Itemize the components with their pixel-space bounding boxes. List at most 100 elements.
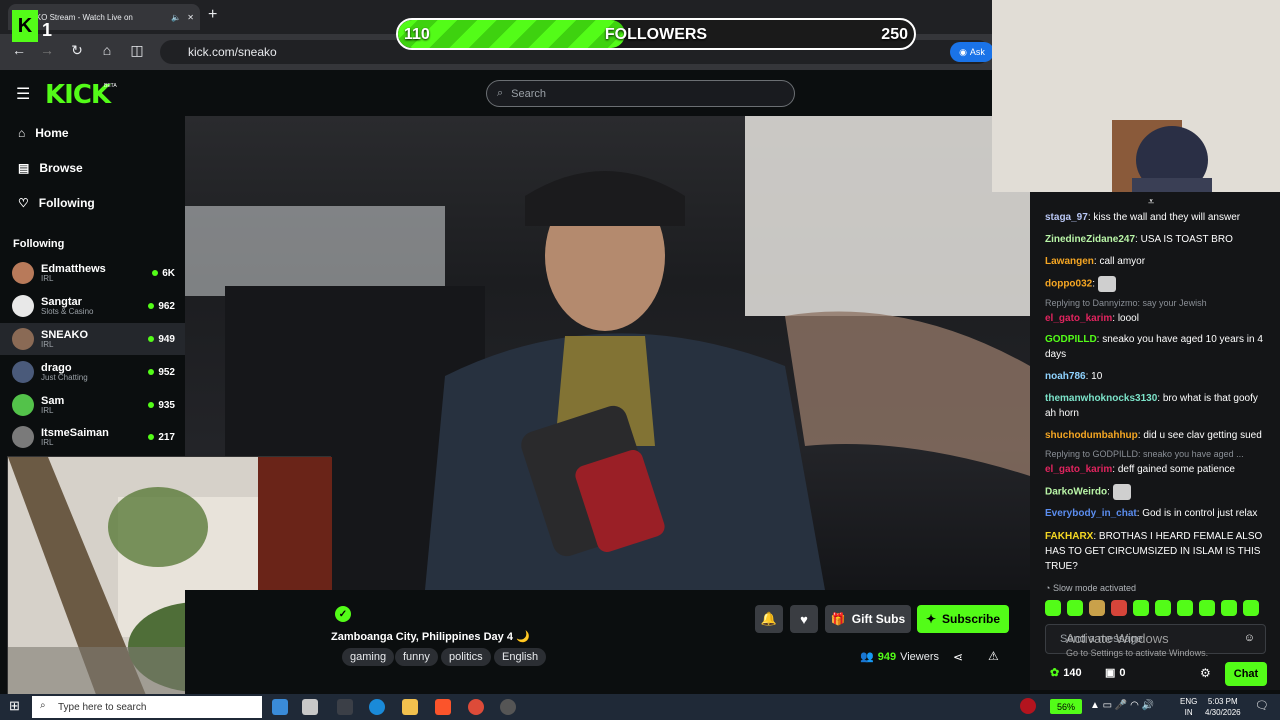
tray-icons[interactable]: ▲ ▭ 🎤 ◠ 🔊 [1090, 700, 1154, 711]
chat-message: el_gato_karim: deff gained some patience [1045, 462, 1267, 477]
chat-username[interactable]: GODPILLD [1045, 334, 1097, 345]
tag-funny[interactable]: funny [395, 648, 438, 666]
edge-icon[interactable] [369, 699, 385, 715]
chat-message: staga_97: kiss the wall and they will an… [1045, 210, 1267, 225]
search-icon: ⌕ [497, 87, 504, 99]
ask-button[interactable]: ◉ Ask [950, 42, 994, 62]
channel-category: Just Chatting [41, 372, 88, 382]
battery-indicator[interactable]: 56% [1050, 699, 1082, 714]
emote[interactable] [1111, 600, 1127, 616]
channel-item-active[interactable]: SNEAKO IRL 949 [0, 323, 185, 355]
chat-username[interactable]: ZinedineZidane247 [1045, 234, 1135, 245]
facecam-overlay [992, 0, 1280, 194]
channel-viewers: 935 [148, 400, 185, 411]
tag-politics[interactable]: politics [441, 648, 491, 666]
channel-item[interactable]: Edmatthews IRL 6K [0, 257, 185, 289]
notify-bell-button[interactable]: 🔔 [755, 605, 783, 633]
kick-logo[interactable]: KICK [45, 80, 111, 110]
back-icon[interactable]: ← [10, 42, 28, 58]
chat-username[interactable]: FAKHARX [1045, 531, 1093, 542]
search-input[interactable]: ⌕ Search [486, 80, 795, 107]
tag-gaming[interactable]: gaming [342, 648, 395, 666]
language-indicator[interactable]: ENG IN [1180, 696, 1197, 718]
live-dot [148, 369, 155, 375]
tag-english[interactable]: English [494, 648, 547, 666]
split-view-icon[interactable]: ◫ [128, 42, 146, 59]
emote[interactable] [1067, 600, 1083, 616]
emote[interactable] [1221, 600, 1237, 616]
chat-username[interactable]: Lawangen [1045, 256, 1094, 267]
emote[interactable] [1155, 600, 1171, 616]
emote[interactable] [1243, 600, 1259, 616]
chat-collapse-icon[interactable]: ⩡ [1148, 196, 1154, 209]
channel-item[interactable]: ItsmeSaiman IRL 217 [0, 421, 185, 453]
heart-icon: ♥ [800, 611, 808, 627]
gift-icon: 🎁 [830, 612, 846, 626]
file-explorer-icon[interactable] [402, 699, 418, 715]
chat-settings-icon[interactable]: ⚙ [1200, 666, 1211, 680]
chat-username[interactable]: shuchodumbahhup [1045, 430, 1138, 441]
reload-icon[interactable]: ↻ [68, 42, 86, 59]
gift-subs-button[interactable]: 🎁 Gift Subs [825, 605, 911, 633]
emoji-picker-icon[interactable]: ☺ [1244, 632, 1255, 644]
speaker-icon[interactable]: 🔈 [171, 13, 181, 22]
chat-username[interactable]: el_gato_karim [1045, 313, 1112, 324]
channel-item[interactable]: Sangtar Slots & Casino 962 [0, 290, 185, 322]
chat-username[interactable]: DarkoWeirdo [1045, 487, 1107, 498]
emote[interactable] [1045, 600, 1061, 616]
share-icon[interactable]: ⋖ [953, 650, 963, 664]
chat-text: kiss the wall and they will answer [1093, 212, 1241, 223]
channel-name: Sam [41, 394, 65, 407]
task-view-icon[interactable] [272, 699, 288, 715]
menu-icon[interactable]: ☰ [16, 84, 30, 104]
forward-icon[interactable]: → [38, 42, 56, 58]
chrome-icon[interactable] [468, 699, 484, 715]
home-page-icon[interactable]: ⌂ [98, 42, 116, 58]
chat-username[interactable]: doppo032 [1045, 279, 1092, 290]
report-icon[interactable]: ⚠ [988, 649, 999, 663]
channel-name: Sangtar [41, 295, 82, 308]
notifications-icon[interactable]: 🗨 [1255, 699, 1269, 712]
follow-heart-button[interactable]: ♥ [790, 605, 818, 633]
channel-item[interactable]: Sam IRL 935 [0, 389, 185, 421]
live-dot [148, 336, 155, 342]
points-balance[interactable]: ▣ 0 [1105, 666, 1126, 680]
new-tab-button[interactable]: + [208, 6, 217, 24]
emote[interactable] [1177, 600, 1193, 616]
chat-separator: : [1092, 278, 1098, 290]
gift-subs-label: Gift Subs [851, 612, 906, 626]
taskbar-clock[interactable]: 5:03 PM 4/30/2026 [1205, 696, 1241, 718]
chat-username[interactable]: Everybody_in_chat [1045, 508, 1137, 519]
brave-icon[interactable] [435, 699, 451, 715]
windows-activation-subtext: Go to Settings to activate Windows. [1066, 648, 1209, 658]
chat-send-button[interactable]: Chat [1225, 662, 1267, 686]
following-header: Following [13, 238, 65, 250]
emote[interactable] [1199, 600, 1215, 616]
viewer-counter: 👥 949 Viewers [860, 650, 939, 664]
app-icon[interactable] [302, 699, 318, 715]
viewer-count: 962 [158, 300, 175, 312]
chat-username[interactable]: noah786 [1045, 371, 1086, 382]
avatar [12, 426, 34, 448]
tab-close-icon[interactable]: ✕ [187, 13, 194, 22]
subscribe-button[interactable]: ✦ Subscribe [917, 605, 1009, 633]
kicks-balance[interactable]: ✿ 140 [1050, 666, 1082, 680]
chat-message: GODPILLD: sneako you have aged 10 years … [1045, 332, 1267, 362]
taskbar-search-input[interactable]: ⌕ Type here to search [32, 696, 262, 718]
channel-item[interactable]: drago Just Chatting 952 [0, 356, 185, 388]
nav-browse[interactable]: ▤ Browse [18, 161, 83, 175]
obs-icon[interactable] [500, 699, 516, 715]
windows-start-icon[interactable]: ⊞ [9, 698, 20, 714]
emote[interactable] [1089, 600, 1105, 616]
chat-username[interactable]: el_gato_karim [1045, 464, 1112, 475]
emote[interactable] [1133, 600, 1149, 616]
nav-following[interactable]: ♡ Following [18, 196, 95, 210]
tray-app-icon[interactable] [1020, 698, 1036, 714]
chat-message: Lawangen: call amyor [1045, 254, 1267, 269]
region-code: IN [1184, 708, 1193, 717]
chat-username[interactable]: themanwhoknocks3130 [1045, 393, 1157, 404]
live-dot [148, 303, 155, 309]
chat-username[interactable]: staga_97 [1045, 212, 1088, 223]
nav-home[interactable]: ⌂ Home [18, 126, 69, 140]
app-icon[interactable] [337, 699, 353, 715]
